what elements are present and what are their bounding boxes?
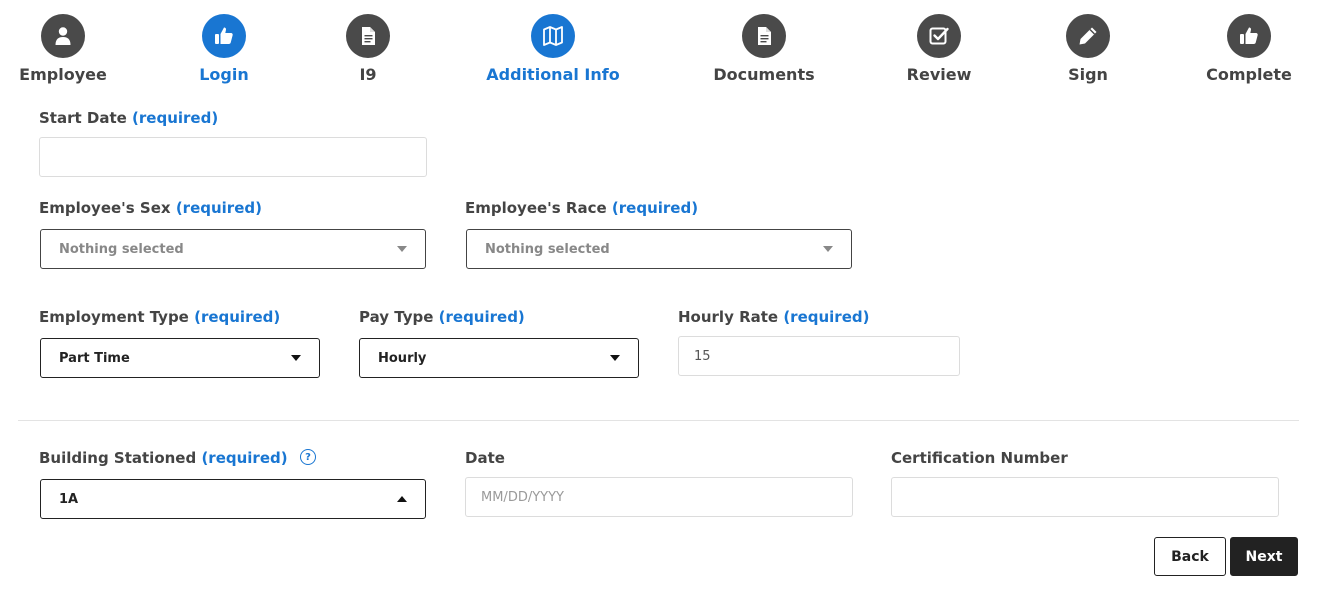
required-tag: (required)	[611, 199, 699, 217]
chevron-down-icon	[610, 355, 620, 361]
building-select-value: 1A	[59, 491, 79, 507]
step-label: Employee	[19, 65, 107, 84]
back-button[interactable]: Back	[1154, 537, 1226, 576]
race-select-value: Nothing selected	[485, 241, 610, 257]
employment-type-select[interactable]: Part Time	[40, 338, 320, 378]
pay-type-label: Pay Type (required)	[359, 308, 525, 326]
section-divider	[18, 420, 1299, 421]
step-sign[interactable]: Sign	[1018, 14, 1158, 84]
next-button[interactable]: Next	[1230, 537, 1298, 576]
required-tag: (required)	[783, 308, 870, 326]
check-square-icon	[917, 14, 961, 58]
step-label: Login	[199, 65, 249, 84]
step-label: Additional Info	[486, 65, 620, 84]
step-label: Review	[906, 65, 972, 84]
building-select[interactable]: 1A	[40, 479, 426, 519]
pay-type-select[interactable]: Hourly	[359, 338, 639, 378]
step-i9[interactable]: I9	[298, 14, 438, 84]
thumbs-up-icon	[202, 14, 246, 58]
date-input[interactable]	[465, 477, 853, 517]
hourly-rate-input[interactable]	[678, 336, 960, 376]
step-review[interactable]: Review	[869, 14, 1009, 84]
sex-label: Employee's Sex (required)	[39, 199, 262, 217]
step-label: Documents	[713, 65, 815, 84]
required-tag: (required)	[194, 308, 281, 326]
step-employee[interactable]: Employee	[0, 14, 133, 84]
hourly-rate-label: Hourly Rate (required)	[678, 308, 870, 326]
start-date-input[interactable]	[39, 137, 427, 177]
document-icon	[742, 14, 786, 58]
step-additional-info[interactable]: Additional Info	[483, 14, 623, 84]
document-icon	[346, 14, 390, 58]
required-tag: (required)	[201, 449, 288, 467]
race-label: Employee's Race (required)	[465, 199, 699, 217]
chevron-down-icon	[291, 355, 301, 361]
question-circle-icon[interactable]: ?	[300, 449, 316, 465]
chevron-down-icon	[823, 246, 833, 252]
thumbs-up-icon	[1227, 14, 1271, 58]
chevron-up-icon	[397, 496, 407, 502]
sex-select[interactable]: Nothing selected	[40, 229, 426, 269]
certification-label: Certification Number	[891, 449, 1068, 467]
step-documents[interactable]: Documents	[694, 14, 834, 84]
pay-type-value: Hourly	[378, 350, 427, 366]
certification-input[interactable]	[891, 477, 1279, 517]
chevron-down-icon	[397, 246, 407, 252]
required-tag: (required)	[132, 109, 219, 127]
building-label: Building Stationed (required)	[39, 449, 288, 467]
step-label: I9	[359, 65, 377, 84]
required-tag: (required)	[175, 199, 262, 217]
map-icon	[531, 14, 575, 58]
start-date-label: Start Date (required)	[39, 109, 219, 127]
employment-type-label: Employment Type (required)	[39, 308, 281, 326]
step-label: Sign	[1068, 65, 1108, 84]
step-complete[interactable]: Complete	[1179, 14, 1319, 84]
sex-select-value: Nothing selected	[59, 241, 184, 257]
employment-type-value: Part Time	[59, 350, 130, 366]
step-login[interactable]: Login	[154, 14, 294, 84]
required-tag: (required)	[438, 308, 525, 326]
race-select[interactable]: Nothing selected	[466, 229, 852, 269]
step-label: Complete	[1206, 65, 1292, 84]
date-label: Date	[465, 449, 505, 467]
user-icon	[41, 14, 85, 58]
pencil-icon	[1066, 14, 1110, 58]
